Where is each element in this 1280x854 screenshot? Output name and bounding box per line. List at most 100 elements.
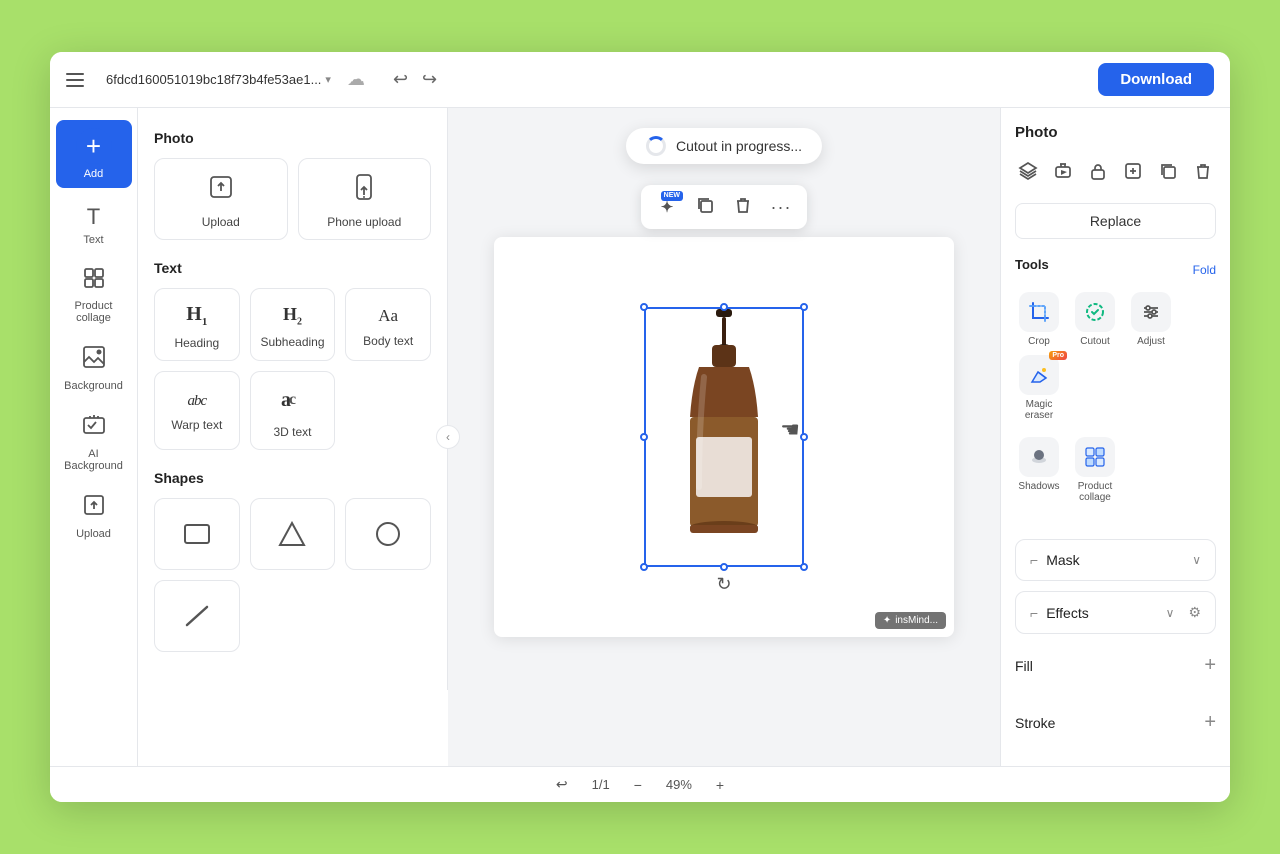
position-icon[interactable] xyxy=(1121,155,1146,187)
heading-icon: H1 xyxy=(186,303,207,328)
handle-rm[interactable] xyxy=(800,433,808,441)
canvas-area: Cutout in progress... ✦ NEW xyxy=(448,108,1000,766)
product-collage-tool-wrap: Product collage xyxy=(1071,437,1119,503)
menu-icon[interactable] xyxy=(66,66,94,94)
rotate-handle[interactable]: ↻ xyxy=(716,574,731,595)
redo-button[interactable]: ↪ xyxy=(418,65,441,94)
handle-bl[interactable] xyxy=(640,563,648,571)
3d-text-label: 3D text xyxy=(273,425,311,439)
icon-sidebar: + Add T Text Product collage xyxy=(50,108,138,766)
handle-tr[interactable] xyxy=(800,303,808,311)
main-area: + Add T Text Product collage xyxy=(50,108,1230,766)
text-section-title: Text xyxy=(154,260,431,276)
product-collage-tool[interactable]: Product collage xyxy=(1071,437,1119,503)
replace-button[interactable]: Replace xyxy=(1015,203,1216,239)
left-panel-wrapper: Photo Upload xyxy=(138,108,448,766)
cutout-tool[interactable]: Cutout xyxy=(1071,292,1119,347)
add-label: Add xyxy=(84,168,104,180)
upload-card[interactable]: Upload xyxy=(154,158,288,240)
tools-row: Crop Cutout xyxy=(1015,292,1216,421)
more-options-button[interactable]: ··· xyxy=(763,189,799,225)
canvas-frame[interactable]: ✦ NEW xyxy=(494,237,954,637)
handle-br[interactable] xyxy=(800,563,808,571)
handle-tl[interactable] xyxy=(640,303,648,311)
fill-row: Fill + xyxy=(1015,644,1216,681)
stroke-row: Stroke + xyxy=(1015,701,1216,738)
body-text-label: Body text xyxy=(363,334,413,348)
copy-button[interactable] xyxy=(687,189,723,225)
magic-eraser-tool[interactable]: Magic eraser xyxy=(1015,355,1063,421)
body-text-icon: Aa xyxy=(378,306,398,326)
sidebar-item-text[interactable]: T Text xyxy=(56,196,132,254)
sidebar-item-background[interactable]: Background xyxy=(56,336,132,400)
title-chevron-icon: ▾ xyxy=(325,73,331,86)
stroke-add-button[interactable]: + xyxy=(1204,711,1216,734)
adjust-tool[interactable]: Adjust xyxy=(1127,292,1175,347)
subheading-card[interactable]: H2 Subheading xyxy=(250,288,336,361)
circle-shape-card[interactable] xyxy=(345,498,431,570)
svg-text:c: c xyxy=(289,391,296,408)
crop-tool[interactable]: Crop xyxy=(1015,292,1063,347)
line-icon xyxy=(183,603,211,634)
sidebar-item-product-collage[interactable]: Product collage xyxy=(56,258,132,332)
shadows-tool[interactable]: Shadows xyxy=(1015,437,1063,503)
add-plus-icon: + xyxy=(76,128,112,164)
add-button[interactable]: + Add xyxy=(56,120,132,188)
3d-text-card[interactable]: a c 3D text xyxy=(250,371,336,450)
effects-settings-icon[interactable]: ⚙ xyxy=(1188,604,1201,621)
line-shape-card[interactable] xyxy=(154,580,240,652)
animate-icon[interactable] xyxy=(1050,155,1075,187)
handle-lm[interactable] xyxy=(640,433,648,441)
product-collage-tool-icon xyxy=(1075,437,1115,477)
layers-icon[interactable] xyxy=(1015,155,1040,187)
handle-tm[interactable] xyxy=(720,303,728,311)
zoom-in-button[interactable]: + xyxy=(708,773,732,797)
rectangle-shape-card[interactable] xyxy=(154,498,240,570)
fill-label: Fill xyxy=(1015,658,1033,674)
delete-icon xyxy=(734,196,752,219)
tools-section-title: Tools xyxy=(1015,257,1049,272)
title-text: 6fdcd160051019bc18f73b4fe53ae1... xyxy=(106,72,321,87)
magic-eraser-icon xyxy=(1019,355,1059,395)
header: 6fdcd160051019bc18f73b4fe53ae1... ▾ ☁ ↩ … xyxy=(50,52,1230,108)
effects-label: Effects xyxy=(1046,605,1157,621)
heading-card[interactable]: H1 Heading xyxy=(154,288,240,361)
handle-bm[interactable] xyxy=(720,563,728,571)
mask-collapsible[interactable]: ⌐ Mask ∨ xyxy=(1015,539,1216,581)
phone-upload-icon xyxy=(352,173,376,207)
ai-background-label: AI Background xyxy=(64,448,123,472)
lock-icon[interactable] xyxy=(1085,155,1110,187)
bottom-undo-button[interactable]: ↩ xyxy=(548,772,576,797)
duplicate-icon[interactable] xyxy=(1156,155,1181,187)
magic-eraser-label: Magic eraser xyxy=(1015,399,1063,421)
product-collage-tool-label: Product collage xyxy=(1071,481,1119,503)
phone-upload-card[interactable]: Phone upload xyxy=(298,158,432,240)
delete-rp-icon[interactable] xyxy=(1191,155,1216,187)
fold-label[interactable]: Fold xyxy=(1193,263,1216,277)
document-title[interactable]: 6fdcd160051019bc18f73b4fe53ae1... ▾ xyxy=(106,72,331,87)
download-button[interactable]: Download xyxy=(1098,63,1214,96)
selected-product[interactable]: ↻ xyxy=(644,307,804,567)
body-text-card[interactable]: Aa Body text xyxy=(345,288,431,361)
sidebar-item-ai-background[interactable]: AI Background xyxy=(56,404,132,480)
sidebar-item-upload[interactable]: Upload xyxy=(56,484,132,548)
zoom-out-button[interactable]: − xyxy=(626,773,650,797)
ai-cutout-button[interactable]: ✦ NEW xyxy=(649,189,685,225)
product-collage-icon xyxy=(82,266,106,296)
ai-background-icon xyxy=(81,412,107,444)
photo-grid: Upload Phone upload xyxy=(154,158,431,240)
mask-label: Mask xyxy=(1046,552,1184,568)
warp-text-card[interactable]: abc Warp text xyxy=(154,371,240,450)
fill-add-button[interactable]: + xyxy=(1204,654,1216,677)
subheading-label: Subheading xyxy=(260,335,324,349)
triangle-shape-card[interactable] xyxy=(250,498,336,570)
insmind-badge: ✦ insMind... xyxy=(875,612,946,629)
insmind-text: insMind... xyxy=(895,615,938,626)
panel-collapse-button[interactable]: ‹ xyxy=(436,425,460,449)
delete-button[interactable] xyxy=(725,189,761,225)
undo-button[interactable]: ↩ xyxy=(389,65,412,94)
zoom-level: 49% xyxy=(666,777,692,792)
cutout-tool-icon xyxy=(1075,292,1115,332)
effects-collapsible[interactable]: ⌐ Effects ∨ ⚙ xyxy=(1015,591,1216,634)
shapes-section-title: Shapes xyxy=(154,470,431,486)
